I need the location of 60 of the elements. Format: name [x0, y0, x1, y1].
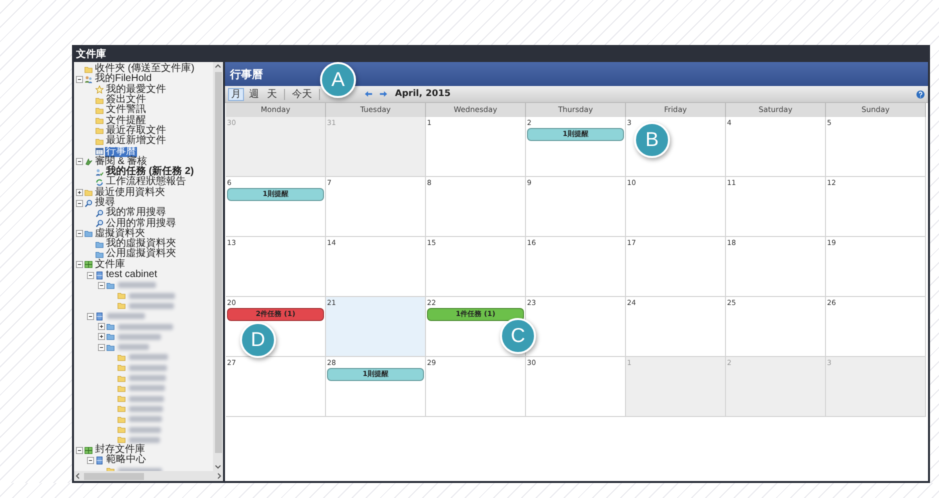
- scroll-up-icon[interactable]: [214, 62, 222, 70]
- users-icon: [84, 74, 93, 84]
- star-icon: [95, 85, 104, 94]
- tree-item[interactable]: 文件庫: [94, 260, 126, 270]
- tree-item[interactable]: 工作流程狀態報告: [105, 177, 187, 188]
- view-tab[interactable]: 週: [246, 88, 262, 100]
- scroll-left-icon[interactable]: [74, 472, 82, 480]
- tree-item[interactable]: 行事曆: [105, 146, 137, 157]
- folder-icon: [84, 64, 93, 74]
- month-label: April, 2015: [395, 89, 451, 99]
- collapse-icon[interactable]: [76, 446, 83, 454]
- scroll-right-icon[interactable]: [215, 472, 223, 480]
- tree-item[interactable]: 虛擬資料夾: [94, 228, 146, 239]
- tree-item[interactable]: 我的最愛文件: [105, 84, 167, 95]
- collapse-icon[interactable]: [76, 261, 83, 268]
- users-icon: [95, 168, 104, 177]
- collapse-icon[interactable]: [98, 282, 105, 289]
- help-icon[interactable]: [916, 90, 925, 98]
- collapse-icon[interactable]: [76, 158, 83, 166]
- expand-icon[interactable]: [98, 323, 105, 330]
- collapse-icon[interactable]: [76, 76, 83, 83]
- scrollbar[interactable]: [213, 62, 223, 471]
- panel-title: 行事曆: [230, 66, 263, 82]
- view-tab[interactable]: 今天: [289, 88, 315, 100]
- tree-item[interactable]: 封存文件庫: [94, 445, 146, 456]
- tree-item[interactable]: 我的FileHold: [94, 74, 153, 84]
- tree-item[interactable]: 公用虛擬資料夾: [105, 249, 177, 260]
- scroll-thumb[interactable]: [214, 72, 222, 453]
- tree-item[interactable]: 文件提醒: [105, 116, 147, 126]
- scrollbar[interactable]: [74, 471, 223, 481]
- tree-item[interactable]: 最近存取文件: [105, 126, 167, 136]
- tree-item[interactable]: test cabinet: [105, 270, 158, 280]
- search-icon: [95, 219, 104, 228]
- view-tab[interactable]: 天: [264, 88, 280, 100]
- tree-item[interactable]: 搜尋: [94, 198, 116, 208]
- search-icon: [84, 198, 93, 208]
- collapse-icon[interactable]: [87, 456, 94, 464]
- collapse-icon[interactable]: [87, 312, 94, 320]
- collapse-icon[interactable]: [87, 272, 94, 279]
- folder-icon: [84, 188, 93, 198]
- collapse-icon[interactable]: [98, 344, 105, 351]
- scroll-thumb[interactable]: [84, 472, 144, 480]
- tree-item[interactable]: 我的常用搜尋: [105, 208, 167, 218]
- collapse-icon[interactable]: [76, 200, 83, 206]
- calendar-icon: [95, 147, 104, 156]
- window-title: 文件庫: [76, 47, 106, 60]
- tree-item[interactable]: 範略中心: [105, 455, 147, 466]
- tree-item[interactable]: 公用的常用搜尋: [105, 218, 177, 229]
- expand-icon[interactable]: [98, 333, 105, 340]
- expand-icon[interactable]: [76, 189, 83, 196]
- tree-item[interactable]: 最近新增文件: [105, 136, 167, 146]
- tree-item[interactable]: 最近使用資料夾: [94, 188, 166, 198]
- view-tab[interactable]: 月: [228, 88, 244, 100]
- next-arrow-icon[interactable]: [379, 90, 388, 98]
- search-icon: [95, 208, 104, 218]
- collapse-icon[interactable]: [76, 230, 83, 238]
- scroll-down-icon[interactable]: [214, 463, 222, 471]
- previous-arrow-icon[interactable]: [364, 90, 373, 98]
- tree-item[interactable]: 審閱 & 審核: [94, 156, 148, 167]
- tree-item[interactable]: 文件警訊: [105, 105, 147, 116]
